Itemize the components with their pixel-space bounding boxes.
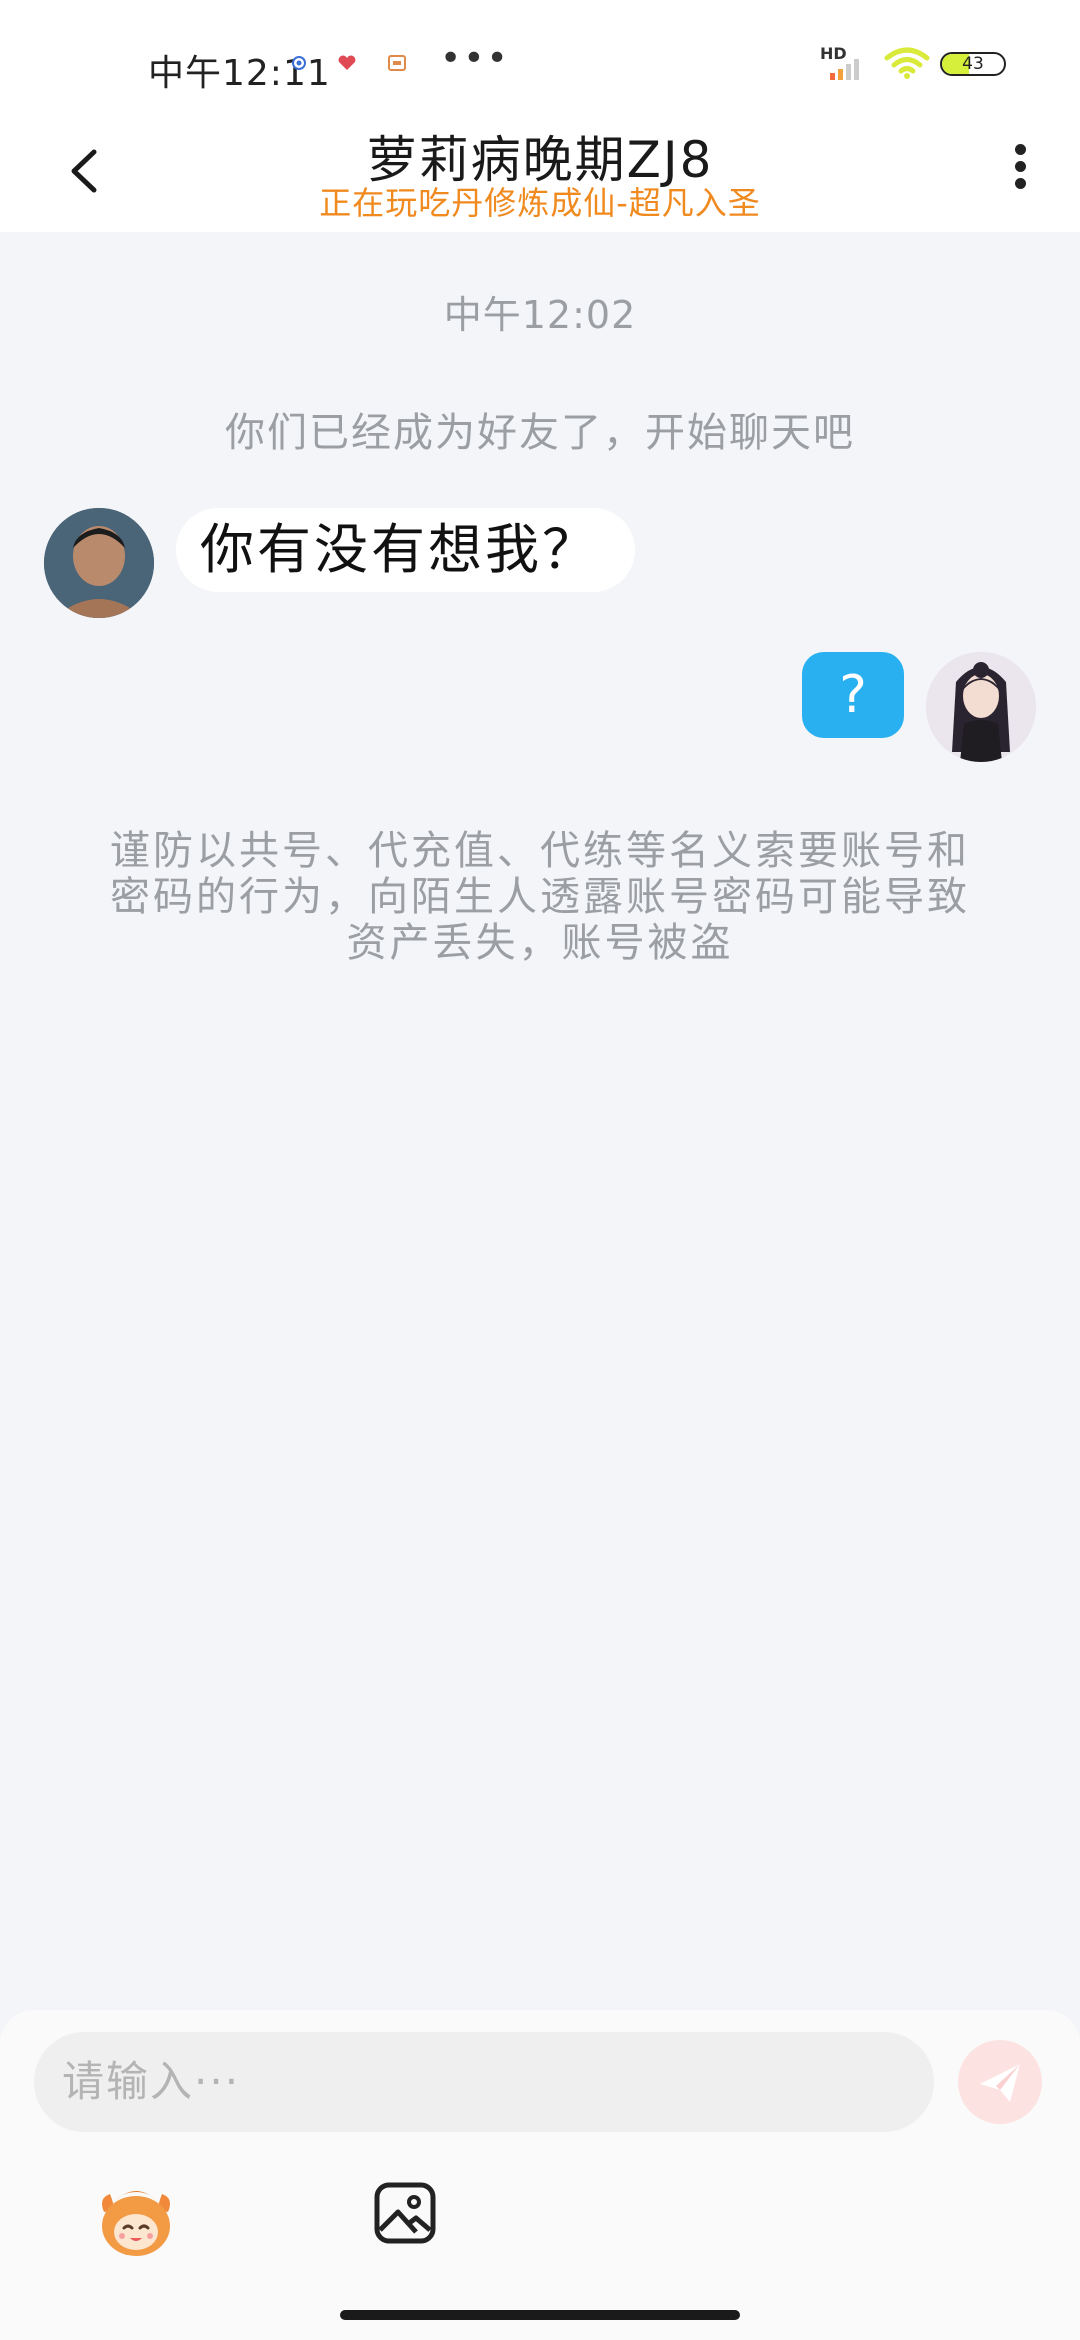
- message-bubble[interactable]: 你有没有想我？: [176, 508, 635, 592]
- more-vertical-icon[interactable]: [1004, 138, 1036, 208]
- input-panel: 请输入···: [0, 2010, 1080, 2340]
- contact-avatar[interactable]: [44, 508, 154, 618]
- image-icon[interactable]: [372, 2180, 438, 2246]
- notification-icon: [336, 54, 358, 72]
- message-input[interactable]: 请输入···: [34, 2032, 934, 2132]
- more-notifications-icon: •••: [440, 38, 510, 79]
- battery-icon: 43: [940, 52, 1006, 76]
- notification-icon: [386, 54, 408, 72]
- message-bubble[interactable]: ?: [802, 652, 904, 738]
- contact-game-status[interactable]: 正在玩吃丹修炼成仙-超凡入圣: [0, 178, 1080, 224]
- home-indicator[interactable]: [340, 2310, 740, 2320]
- send-icon[interactable]: [958, 2040, 1042, 2124]
- wifi-icon: [884, 46, 930, 80]
- user-avatar[interactable]: [926, 652, 1036, 762]
- chat-header: 萝莉病晚期ZJ8 正在玩吃丹修炼成仙-超凡入圣: [0, 120, 1080, 232]
- notification-icon: [288, 54, 310, 72]
- mascot-icon[interactable]: [94, 2178, 178, 2262]
- signal-icon: [828, 58, 862, 80]
- status-bar: 中午12:11 ••• HD 43: [0, 0, 1080, 120]
- message-timestamp: 中午12:02: [443, 293, 637, 337]
- system-message: 你们已经成为好友了，开始聊天吧: [225, 410, 855, 456]
- security-warning: 谨防以共号、代充值、代练等名义索要账号和密码的行为，向陌生人透露账号密码可能导致…: [110, 828, 970, 966]
- battery-level: 43: [962, 54, 984, 74]
